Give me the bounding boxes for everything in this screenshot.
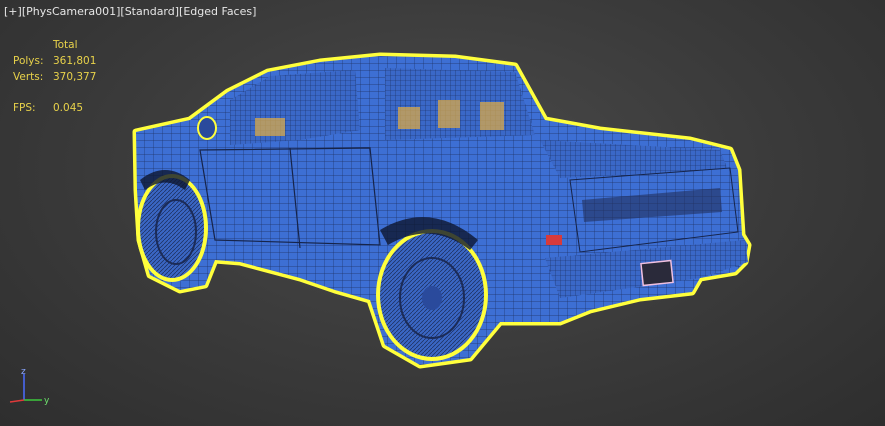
rear-wheel xyxy=(376,229,488,361)
taillight xyxy=(546,235,562,245)
z-axis-label: z xyxy=(21,367,26,377)
axis-gizmo: z y xyxy=(9,367,50,406)
y-axis-label: y xyxy=(44,396,50,406)
x-axis-line xyxy=(9,399,25,403)
viewport-scene[interactable] xyxy=(0,0,885,426)
side-mirror xyxy=(197,116,217,140)
license-plate xyxy=(640,259,674,287)
front-wheel xyxy=(136,174,208,282)
pickup-truck-mesh[interactable] xyxy=(132,52,752,369)
